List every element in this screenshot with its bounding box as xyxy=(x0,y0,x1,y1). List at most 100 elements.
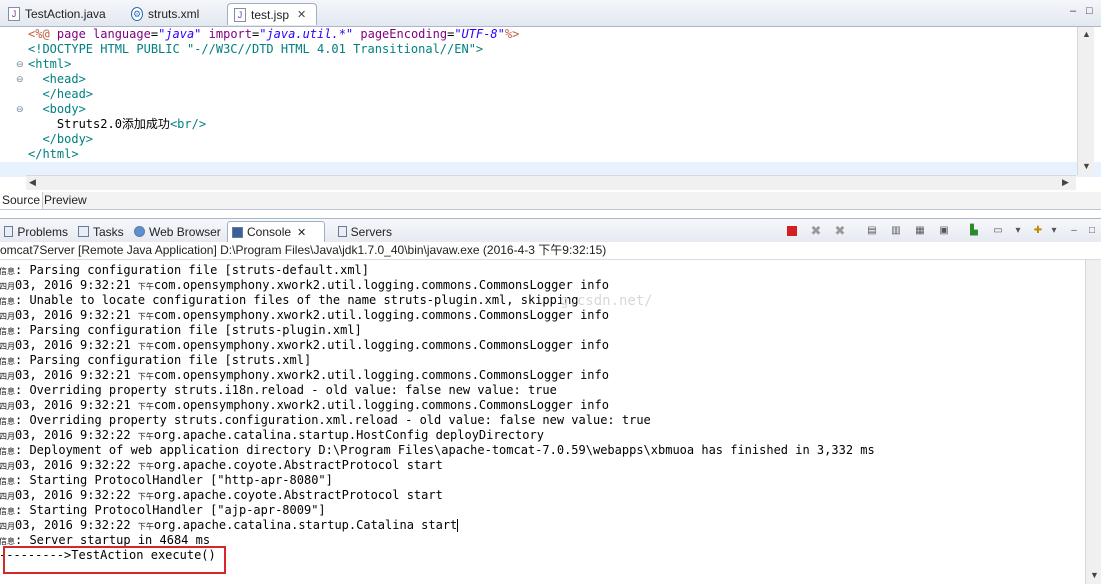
console-line: 四月03, 2016 9:32:21 下午com.opensymphony.xw… xyxy=(0,308,609,323)
code-line[interactable]: <!DOCTYPE HTML PUBLIC "-//W3C//DTD HTML … xyxy=(0,42,1101,57)
code-line[interactable]: </html> xyxy=(0,147,1101,162)
scroll-up-icon[interactable]: ▲ xyxy=(1082,29,1091,39)
problems-icon xyxy=(4,226,14,237)
fold-collapse-icon[interactable]: ⊖ xyxy=(16,74,24,85)
log-text: : Deployment of web application director… xyxy=(15,443,875,457)
globe-icon xyxy=(134,226,145,237)
scroll-lock-button[interactable]: ▥ xyxy=(888,223,904,238)
tab-problems[interactable]: Problems xyxy=(0,221,72,242)
pin-console-button[interactable]: ▙ xyxy=(966,223,982,238)
chevron-down-icon: ▾ xyxy=(1015,225,1021,236)
tab-test-jsp[interactable]: J test.jsp ✕ xyxy=(227,3,317,25)
scroll-down-icon[interactable]: ▼ xyxy=(1082,161,1091,171)
code-token: 添加成功 xyxy=(121,117,170,131)
scroll-left-icon[interactable]: ◀ xyxy=(29,177,36,188)
editor-mode-tabs: Source Preview xyxy=(0,192,1101,210)
code-token: page xyxy=(56,27,94,41)
console-line: 四月03, 2016 9:32:22 下午org.apache.catalina… xyxy=(0,518,459,533)
log-text: : Unable to locate configuration files o… xyxy=(15,293,579,307)
log-source: com.opensymphony.xwork2.util.logging.com… xyxy=(153,338,609,352)
code-line[interactable]: </head> xyxy=(0,87,1101,102)
tab-label: Web Browser xyxy=(149,224,221,239)
code-line[interactable]: Struts2.0添加成功<br/> xyxy=(0,117,1101,132)
log-prefix: 四月 xyxy=(0,312,15,321)
tasks-icon xyxy=(78,226,89,237)
remove-icon: ✖ xyxy=(810,222,822,238)
tab-preview[interactable]: Preview xyxy=(42,192,89,209)
code-token: <html> xyxy=(28,57,72,71)
fold-collapse-icon[interactable]: ⊖ xyxy=(16,104,24,115)
editor-vertical-scrollbar[interactable]: ▲ ▼ xyxy=(1077,27,1094,175)
maximize-icon: □ xyxy=(1088,225,1096,236)
show-on-output-button[interactable]: ▣ xyxy=(936,223,952,238)
watermark-text: g.csdn.net/ xyxy=(560,293,653,309)
clear-icon: ▤ xyxy=(867,225,877,236)
console-line: 四月03, 2016 9:32:21 下午com.opensymphony.xw… xyxy=(0,338,609,353)
tab-console[interactable]: Console ✕ xyxy=(227,221,325,242)
tab-servers[interactable]: Servers xyxy=(334,221,396,242)
log-text: : Starting ProtocolHandler ["http-apr-80… xyxy=(15,473,333,487)
console-vertical-scrollbar[interactable]: ▼ xyxy=(1085,260,1101,584)
scroll-down-icon[interactable]: ▼ xyxy=(1090,570,1099,580)
code-token: </html> xyxy=(28,147,79,161)
maximize-view-button[interactable]: □ xyxy=(1084,223,1100,238)
code-token: language xyxy=(93,27,151,41)
remove-launch-button[interactable]: ✖ xyxy=(808,223,824,238)
tab-web-browser[interactable]: Web Browser xyxy=(130,221,225,242)
fold-collapse-icon[interactable]: ⊖ xyxy=(16,59,24,70)
minimize-view-button[interactable]: – xyxy=(1066,223,1082,238)
code-token: "java.util.*" xyxy=(259,27,354,41)
view-tab-bar: Problems Tasks Web Browser Console ✕ Ser… xyxy=(0,218,1101,243)
log-prefix: 信息 xyxy=(0,477,15,486)
word-wrap-button[interactable]: ▦ xyxy=(912,223,928,238)
console-line: 四月03, 2016 9:32:22 下午org.apache.catalina… xyxy=(0,428,544,443)
log-prefix: 四月 xyxy=(0,402,15,411)
remove-all-terminated-button[interactable]: ✖ xyxy=(832,223,848,238)
log-text: 03, 2016 9:32:21 xyxy=(15,398,138,412)
scroll-right-icon[interactable]: ▶ xyxy=(1062,177,1069,188)
tab-label: TestAction.java xyxy=(25,7,106,21)
editor-horizontal-scrollbar[interactable]: ◀ ▶ xyxy=(26,175,1076,190)
display-console-button[interactable]: ▭ xyxy=(990,223,1006,238)
open-console-dropdown[interactable]: ▾ xyxy=(1046,223,1062,238)
display-console-dropdown[interactable]: ▾ xyxy=(1010,223,1026,238)
tab-tasks[interactable]: Tasks xyxy=(74,221,128,242)
tab-label: struts.xml xyxy=(148,7,200,21)
log-source: org.apache.coyote.AbstractProtocol start xyxy=(153,458,443,472)
code-line[interactable]: <%@ page language="java" import="java.ut… xyxy=(0,27,1101,42)
log-source: org.apache.coyote.AbstractProtocol start xyxy=(153,488,443,502)
log-prefix: 四月 xyxy=(0,492,15,501)
code-token: <body> xyxy=(28,102,86,116)
log-prefix: 信息 xyxy=(0,417,15,426)
highlight-annotation-box xyxy=(3,546,226,574)
code-line[interactable]: <html> xyxy=(0,57,1101,72)
tab-testaction-java[interactable]: J TestAction.java xyxy=(2,3,122,25)
log-prefix: 四月 xyxy=(0,522,15,531)
log-text: 03, 2016 9:32:21 xyxy=(15,338,138,352)
clear-console-button[interactable]: ▤ xyxy=(864,223,880,238)
open-console-button[interactable]: ✚ xyxy=(1030,223,1046,238)
terminate-button[interactable] xyxy=(784,223,800,238)
code-token: <br/> xyxy=(169,117,207,131)
code-line[interactable]: <head> xyxy=(0,72,1101,87)
close-icon[interactable]: ✕ xyxy=(297,8,306,21)
close-icon[interactable]: ✕ xyxy=(297,226,306,239)
code-token: <%@ xyxy=(28,27,57,41)
console-line: 信息: Unable to locate configuration files… xyxy=(0,293,579,308)
console-line: 信息: Starting ProtocolHandler ["http-apr-… xyxy=(0,473,333,488)
maximize-button[interactable]: □ xyxy=(1086,5,1093,17)
code-token: pageEncoding xyxy=(353,27,448,41)
code-token: </body> xyxy=(28,132,94,146)
code-line[interactable]: <body> xyxy=(0,102,1101,117)
minimize-button[interactable]: – xyxy=(1070,5,1076,17)
code-token: import xyxy=(201,27,252,41)
console-output[interactable]: 信息: Parsing configuration file [struts-d… xyxy=(0,260,1085,584)
code-editor[interactable]: <%@ page language="java" import="java.ut… xyxy=(0,27,1101,177)
code-line[interactable]: </body> xyxy=(0,132,1101,147)
tab-label: test.jsp xyxy=(251,7,290,22)
log-source: com.opensymphony.xwork2.util.logging.com… xyxy=(153,398,609,412)
console-line: 四月03, 2016 9:32:21 下午com.opensymphony.xw… xyxy=(0,368,609,383)
editor-tab-bar: J TestAction.java ⚙ struts.xml J test.js… xyxy=(0,0,1101,27)
tab-source[interactable]: Source xyxy=(0,192,44,209)
tab-struts-xml[interactable]: ⚙ struts.xml xyxy=(125,3,225,25)
